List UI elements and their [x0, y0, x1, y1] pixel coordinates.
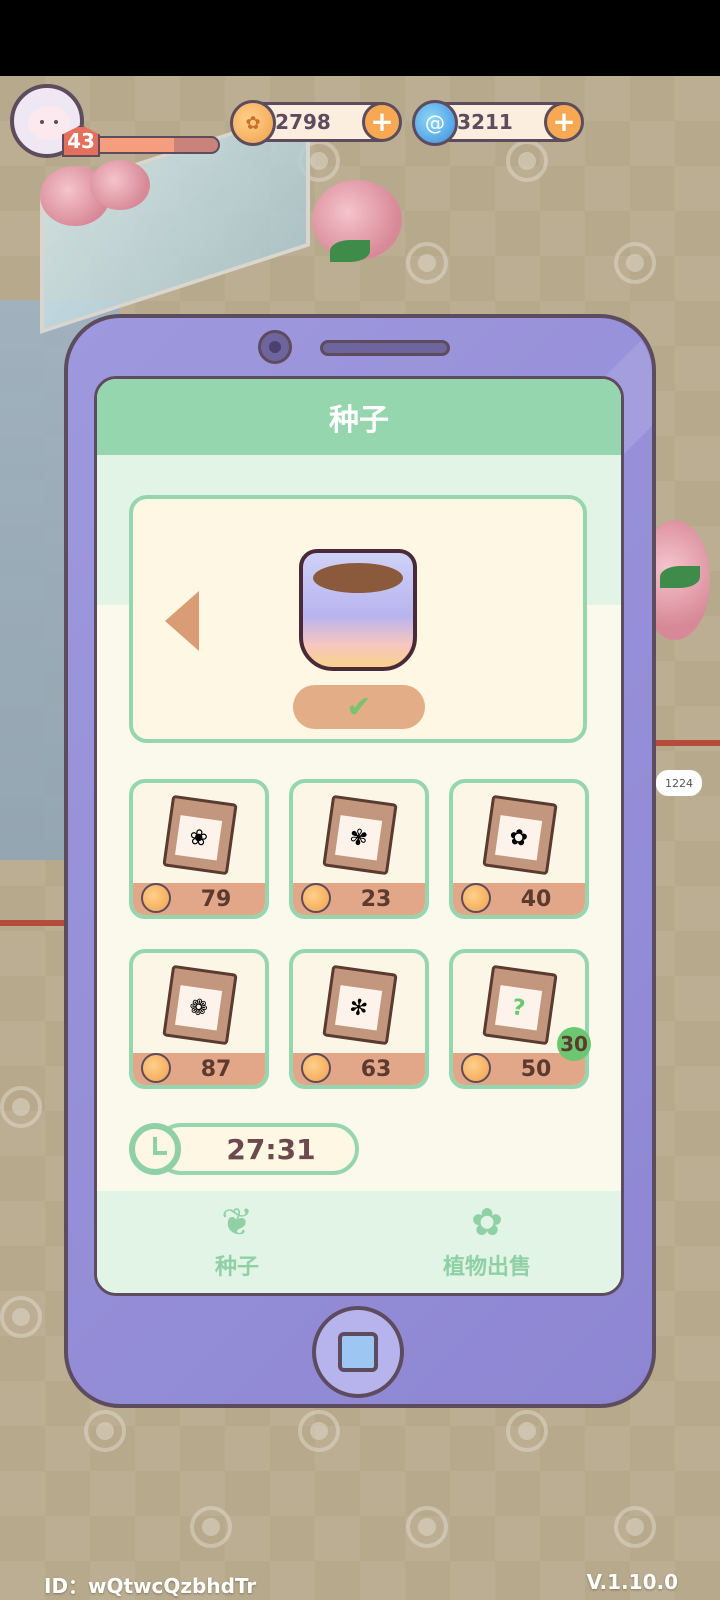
sun-tile-icon [0, 1086, 42, 1128]
seed-packet-icon: ✿ [482, 794, 558, 876]
camera-icon [258, 330, 292, 364]
coin-icon [301, 883, 331, 913]
sun-tile-icon [190, 1506, 232, 1548]
flower-bow-icon: ✿ [471, 1200, 503, 1244]
sun-tile-icon [506, 140, 548, 182]
seed-packet-icon: ❁ [162, 964, 238, 1046]
seed-card-4[interactable]: ❁ 87 [129, 949, 269, 1089]
xp-progress-bar [90, 136, 220, 154]
tab-seeds[interactable]: ❦ 种子 [137, 1197, 337, 1287]
lily-icon: ✻ [335, 985, 383, 1031]
sun-tile-icon [614, 242, 656, 284]
seed-price: 40 [520, 886, 552, 912]
version-label: V.1.10.0 [586, 1570, 678, 1594]
coin-icon [461, 1053, 491, 1083]
pot-preview: ✔ [129, 495, 587, 743]
add-gems-button[interactable]: + [544, 102, 584, 142]
seed-packet-icon: ✾ [322, 794, 398, 876]
sun-tile-icon [0, 1296, 42, 1338]
tab-plant-sale-label: 植物出售 [442, 1255, 531, 1280]
xp-progress-fill [92, 138, 174, 152]
flower-pot-icon [299, 549, 417, 671]
seed-price: 87 [200, 1056, 232, 1082]
coin-icon: ✿ [230, 100, 276, 146]
rose-icon: ❁ [175, 985, 223, 1031]
seed-card-2[interactable]: ✾ 23 [289, 779, 429, 919]
tab-plant-sale[interactable]: ✿ 植物出售 [387, 1197, 587, 1287]
refresh-timer: 27:31 [129, 1123, 359, 1175]
seed-packet-icon: ✻ [322, 964, 398, 1046]
seed-count-badge: 30 [557, 1027, 591, 1061]
white-flower-icon: ✿ [495, 815, 543, 861]
leaf-icon [330, 240, 370, 262]
swirl-gem-icon: @ [412, 100, 458, 146]
seed-card-3[interactable]: ✿ 40 [449, 779, 589, 919]
seed-card-6[interactable]: ? 50 30 [449, 949, 591, 1089]
mailbox-counter[interactable]: 1224 [656, 770, 702, 796]
coin-icon [141, 1053, 171, 1083]
confirm-pot-button[interactable]: ✔ [293, 685, 425, 729]
previous-pot-arrow-icon[interactable] [165, 591, 199, 651]
seed-price: 23 [360, 886, 392, 912]
fence [0, 920, 64, 926]
clock-icon [129, 1123, 181, 1175]
panel-title: 种子 [97, 379, 621, 455]
mystery-seed-icon: ? [495, 985, 543, 1031]
seed-price: 63 [360, 1056, 392, 1082]
panel-tabbar: ❦ 种子 ✿ 植物出售 [97, 1191, 621, 1293]
sun-tile-icon [506, 1410, 548, 1452]
phone-home-button[interactable] [312, 1306, 404, 1398]
flower-icon [90, 160, 150, 210]
red-flower-icon: ❀ [175, 815, 223, 861]
sun-tile-icon [614, 1506, 656, 1548]
tab-seeds-label: 种子 [214, 1255, 259, 1280]
seed-price: 79 [200, 886, 232, 912]
leaf-icon [660, 566, 700, 588]
sun-tile-icon [84, 1410, 126, 1452]
timer-value: 27:31 [155, 1123, 359, 1175]
add-coins-button[interactable]: + [362, 102, 402, 142]
hyacinth-icon: ✾ [335, 815, 383, 861]
seed-packet-icon: ? [482, 964, 558, 1046]
coin-icon [141, 883, 171, 913]
seed-card-5[interactable]: ✻ 63 [289, 949, 429, 1089]
player-id: ID：wQtwcQzbhdTr [44, 1574, 257, 1598]
sprout-icon: ❦ [221, 1200, 253, 1244]
seed-card-1[interactable]: ❀ 79 [129, 779, 269, 919]
speaker-slot [320, 340, 450, 356]
coin-icon [461, 883, 491, 913]
sun-tile-icon [406, 242, 448, 284]
status-bar [0, 0, 720, 76]
sun-tile-icon [406, 1506, 448, 1548]
sun-tile-icon [298, 1410, 340, 1452]
seed-packet-icon: ❀ [162, 794, 238, 876]
coin-icon [301, 1053, 331, 1083]
phone-panel: 种子 ✔ ❀ 79 ✾ 23 ✿ 40 ❁ 87 ✻ 63 ? 50 30 27… [64, 314, 656, 1408]
phone-screen: 种子 ✔ ❀ 79 ✾ 23 ✿ 40 ❁ 87 ✻ 63 ? 50 30 27… [94, 376, 624, 1296]
